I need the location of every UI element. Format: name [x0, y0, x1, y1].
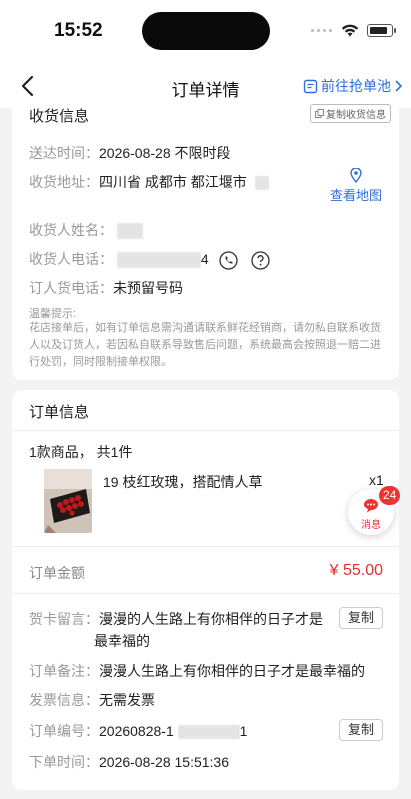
chat-bubble-icon — [364, 499, 378, 513]
delivery-time-row: 送达时间：2026-08-28 不限时段 — [29, 143, 231, 163]
address-label: 收货地址： — [29, 174, 99, 190]
status-bar: 15:52 — [0, 0, 411, 64]
order-time-value: 2026-08-28 15:51:36 — [99, 754, 229, 770]
invoice-label: 发票信息： — [29, 692, 99, 708]
message-badge-count: 24 — [379, 486, 401, 505]
invoice-value: 无需发票 — [99, 692, 155, 708]
order-number-row: 订单编号：20260828-1 1 — [29, 721, 247, 741]
card-message-label: 贺卡留言： — [29, 611, 99, 627]
order-time-label: 下单时间： — [29, 754, 99, 770]
phone-call-icon[interactable] — [218, 251, 238, 270]
order-time-row: 下单时间：2026-08-28 15:51:36 — [29, 752, 229, 772]
dynamic-island — [142, 12, 270, 50]
card-message-line1: 漫漫的人生路上有你相伴的日子才是 — [99, 611, 323, 627]
order-number-prefix: 20260828-1 — [99, 723, 174, 739]
message-label: 消息 — [361, 520, 381, 531]
product-image[interactable] — [44, 469, 92, 533]
tip-title: 温馨提示: — [29, 308, 77, 320]
divider — [12, 546, 399, 547]
recipient-phone-suffix: 4 — [200, 251, 209, 267]
amount-label: 订单金额 — [29, 565, 85, 581]
grab-pool-link[interactable]: 前往抢单池 — [303, 76, 403, 96]
recipient-phone-redacted — [116, 252, 201, 269]
amount-value: ¥ 55.00 — [329, 562, 383, 579]
recipient-phone-label: 收货人电话： — [29, 251, 113, 267]
location-pin-icon — [350, 168, 362, 183]
order-section-title: 订单信息 — [29, 404, 90, 421]
remark-value: 漫漫人生路上有你相伴的日子才是最幸福的 — [99, 663, 365, 679]
product-quantity: x1 — [369, 472, 384, 488]
view-map-link[interactable]: 查看地图 — [330, 168, 382, 204]
order-number-redacted — [177, 725, 240, 740]
order-info-card: 订单信息 1款商品， 共1件 19 枝红玫瑰，搭配情人草 x1 订单金额 贺卡留… — [12, 390, 399, 790]
delivery-time-label: 送达时间： — [29, 145, 99, 161]
delivery-section-title: 收货信息 — [29, 108, 90, 125]
divider — [12, 430, 399, 431]
order-list-icon — [303, 79, 318, 93]
product-name: 19 枝红玫瑰，搭配情人草 — [103, 474, 263, 490]
remark-label: 订单备注： — [29, 663, 99, 679]
recipient-name-redacted — [116, 223, 143, 240]
wifi-icon — [341, 24, 359, 37]
copy-card-message-button[interactable]: 复制 — [339, 607, 383, 629]
copy-delivery-info-label: 复制收货信息 — [326, 110, 386, 121]
card-message-row: 贺卡留言：漫漫的人生路上有你相伴的日子才是 — [29, 609, 323, 629]
delivery-time-value: 2026-08-28 不限时段 — [99, 145, 231, 161]
copy-delivery-info-button[interactable]: 复制收货信息 — [310, 104, 391, 123]
orderer-phone-label: 订人货电话： — [29, 280, 113, 296]
chevron-right-icon — [395, 80, 403, 92]
bouquet-icon — [44, 469, 92, 533]
signal-icon — [311, 27, 333, 35]
delivery-info-card: 收货信息 复制收货信息 送达时间：2026-08-28 不限时段 收货地址：四川… — [12, 100, 399, 380]
address-redacted — [254, 176, 269, 191]
remark-row: 订单备注：漫漫人生路上有你相伴的日子才是最幸福的 — [29, 661, 365, 681]
card-message-line2: 最幸福的 — [94, 633, 150, 649]
divider — [12, 593, 399, 594]
tip-body: 花店接单后，如有订单信息需沟通请联系鲜花经销商，请勿私自联系收货人以及订货人，若… — [29, 322, 381, 368]
order-number-suffix: 1 — [239, 723, 248, 739]
recipient-name-row: 收货人姓名： — [29, 220, 143, 240]
grab-pool-label: 前往抢单池 — [321, 78, 391, 94]
help-icon[interactable] — [251, 251, 271, 270]
orderer-phone-value: 未预留号码 — [113, 280, 183, 296]
address-row: 收货地址：四川省 成都市 都江堰市 — [29, 172, 269, 192]
view-map-label: 查看地图 — [329, 188, 382, 203]
invoice-row: 发票信息：无需发票 — [29, 690, 155, 710]
recipient-name-label: 收货人姓名： — [29, 222, 113, 238]
orderer-phone-row: 订人货电话：未预留号码 — [29, 278, 183, 298]
items-summary: 1款商品， 共1件 — [29, 444, 133, 460]
copy-order-number-button[interactable]: 复制 — [339, 719, 383, 741]
status-time: 15:52 — [54, 20, 103, 41]
status-icons — [311, 24, 396, 37]
battery-icon — [367, 24, 396, 37]
copy-icon — [315, 109, 324, 118]
order-number-label: 订单编号： — [29, 723, 99, 739]
recipient-phone-row: 收货人电话： 4 — [29, 249, 271, 270]
address-value: 四川省 成都市 都江堰市 — [99, 174, 247, 190]
